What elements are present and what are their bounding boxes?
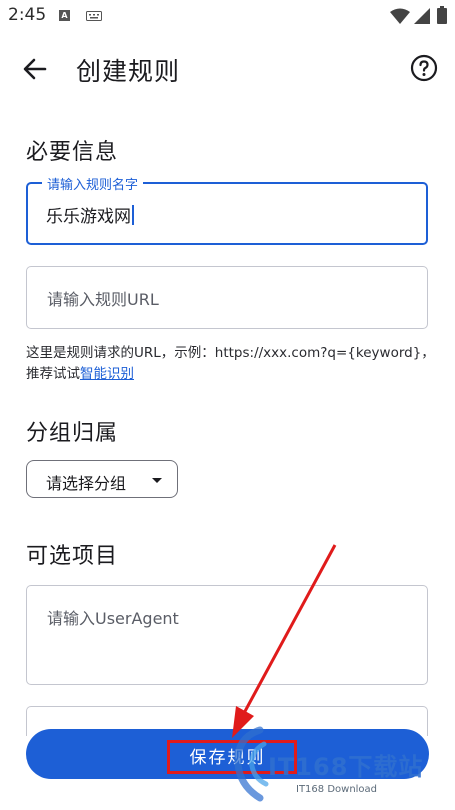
status-bar: 2:45 A xyxy=(0,0,455,32)
section-title-optional: 可选项目 xyxy=(26,544,119,569)
group-dropdown-label: 请选择分组 xyxy=(46,474,127,493)
back-button[interactable] xyxy=(21,55,49,83)
status-time: 2:45 xyxy=(8,5,47,25)
signal-icon xyxy=(414,8,430,24)
arrow-left-icon xyxy=(23,58,47,80)
group-dropdown[interactable]: 请选择分组 xyxy=(26,460,178,498)
watermark-main-text: IT168下载站 xyxy=(268,753,424,781)
rule-name-value: 乐乐游戏网 xyxy=(46,202,134,227)
help-circle-icon xyxy=(410,54,438,82)
url-helper-text: 这里是规则请求的URL，示例：https://xxx.com?q={keywor… xyxy=(26,343,436,385)
battery-icon xyxy=(437,6,447,24)
rule-url-field[interactable]: 请输入规则URL xyxy=(26,266,428,329)
keyboard-icon xyxy=(86,11,102,21)
page-title: 创建规则 xyxy=(76,57,181,86)
dropdown-arrow-icon xyxy=(152,478,162,483)
useragent-field[interactable]: 请输入UserAgent xyxy=(26,585,428,685)
section-title-required: 必要信息 xyxy=(26,140,119,165)
watermark-sub-text: IT168 Download xyxy=(296,784,378,795)
rule-name-field[interactable]: 请输入规则名字 乐乐游戏网 xyxy=(26,174,428,245)
text-caret xyxy=(132,205,134,225)
smart-recognize-link[interactable]: 智能识别 xyxy=(80,366,134,382)
help-button[interactable] xyxy=(410,54,438,82)
section-title-group: 分组归属 xyxy=(26,421,119,446)
rule-name-label: 请输入规则名字 xyxy=(42,174,144,193)
app-bar: 创建规则 xyxy=(0,40,455,96)
useragent-placeholder: 请输入UserAgent xyxy=(47,609,179,628)
watermark-logo: IT168下载站 IT168 Download xyxy=(234,724,453,806)
notification-a-icon: A xyxy=(59,10,70,21)
red-arrow-annotation xyxy=(232,544,337,738)
wifi-icon xyxy=(390,8,410,24)
rule-url-placeholder: 请输入规则URL xyxy=(47,290,159,309)
